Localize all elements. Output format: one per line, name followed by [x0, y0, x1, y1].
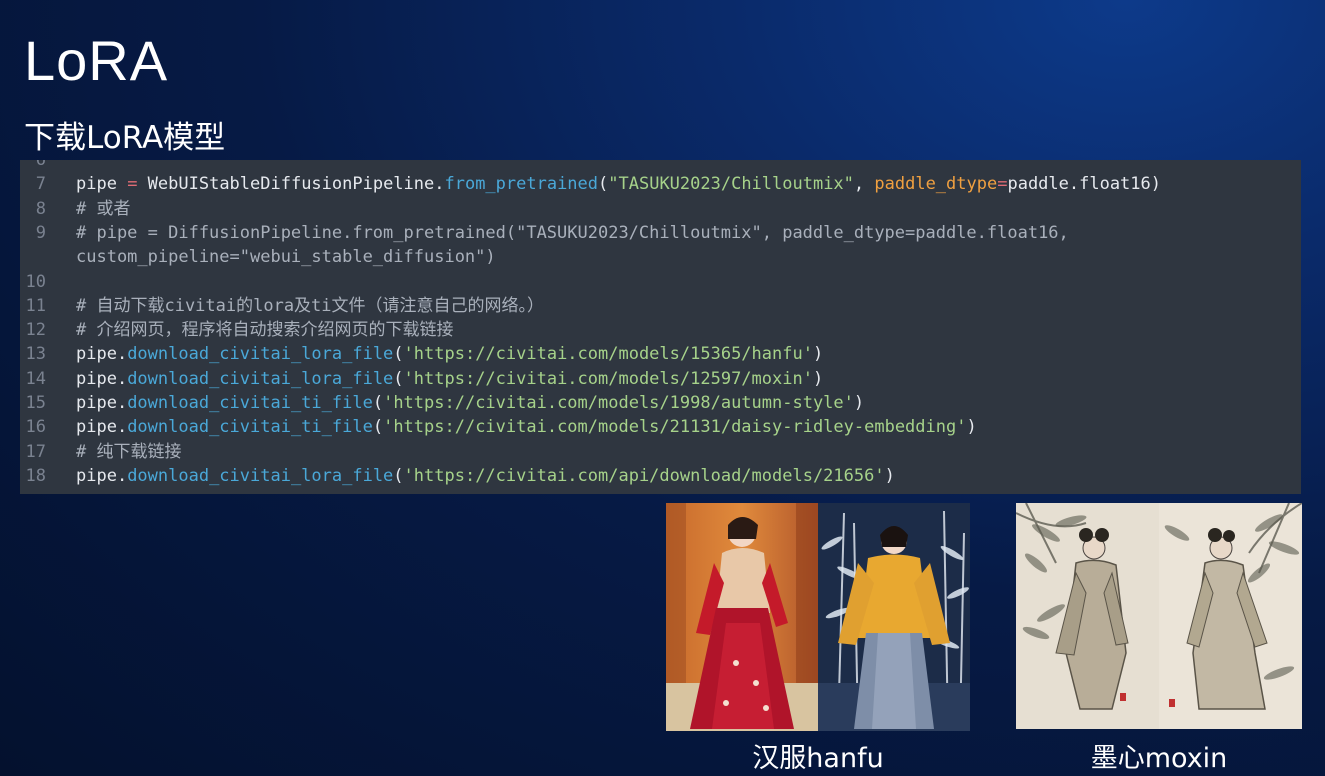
code-token: download_civitai_ti_file — [127, 393, 373, 413]
code-token: ( — [393, 344, 404, 365]
line-number: 10 — [25, 271, 46, 292]
code-token: download_civitai_lora_file — [127, 344, 394, 365]
hanfu-caption: 汉服hanfu — [752, 743, 884, 774]
code-token: ) — [853, 393, 865, 413]
code-token: 'https://civitai.com/models/12597/moxin' — [403, 368, 813, 389]
code-token: ) — [884, 465, 895, 486]
code-token: WebUIStableDiffusionPipeline. — [137, 174, 445, 195]
code-text: custom_pipeline="webui_stable_diffusion"… — [76, 245, 496, 269]
code-token: ( — [372, 417, 384, 438]
slide-title: LoRA — [24, 29, 169, 92]
line-number: 16 — [25, 417, 46, 438]
code-line: custom_pipeline="webui_stable_diffusion"… — [20, 245, 1301, 269]
code-text: pipe.download_civitai_lora_file('https:/… — [76, 342, 823, 366]
code-text: pipe = WebUIStableDiffusionPipeline.from… — [76, 172, 1161, 196]
code-text: # 或者 — [76, 197, 130, 221]
line-number: 14 — [25, 368, 46, 389]
code-line: 15 pipe.download_civitai_ti_file('https:/… — [20, 391, 1301, 415]
code-text: pipe.download_civitai_lora_file('https:/… — [76, 464, 895, 488]
code-line: 18 pipe.download_civitai_lora_file('https… — [20, 464, 1301, 488]
code-line: 6 — [20, 160, 1301, 172]
line-number: 13 — [25, 344, 46, 365]
code-token: ( — [598, 174, 609, 195]
code-line: 17 # 纯下载链接 — [20, 440, 1301, 464]
code-token: "TASUKU2023/Chilloutmix" — [608, 174, 854, 195]
code-line: 9 # pipe = DiffusionPipeline.from_pretrai… — [20, 221, 1301, 245]
code-token: # 纯下载链接 — [76, 441, 182, 462]
code-token: ) — [812, 344, 824, 365]
code-token: download_civitai_lora_file — [127, 368, 394, 389]
code-token: 'https://civitai.com/models/1998/autumn-… — [383, 393, 854, 413]
code-line: 8 # 或者 — [20, 197, 1301, 221]
code-token: # pipe = DiffusionPipeline.from_pretrain… — [76, 222, 1069, 243]
code-token: paddle.float16) — [1007, 174, 1161, 195]
code-token: pipe. — [76, 417, 128, 438]
hanfu-image-red — [666, 503, 818, 731]
code-token: download_civitai_ti_file — [127, 417, 373, 438]
code-line: 14 pipe.download_civitai_lora_file('https… — [20, 367, 1301, 391]
code-token: # 或者 — [76, 198, 131, 219]
code-token: # 自动下载civitai的lora及ti文件（请注意自己的网络。） — [76, 295, 545, 316]
code-token: 'https://civitai.com/api/download/models… — [403, 465, 885, 486]
code-line: 12 # 介绍网页，程序将自动搜索介绍网页的下载链接 — [20, 318, 1301, 342]
code-text: pipe.download_civitai_lora_file('https:/… — [76, 367, 823, 391]
code-token: ( — [393, 368, 404, 389]
code-token: = — [127, 174, 138, 195]
moxin-image-left — [1016, 503, 1159, 729]
line-number: 18 — [25, 465, 46, 486]
code-token: 'https://civitai.com/models/21131/daisy-… — [383, 417, 967, 438]
line-number: 11 — [25, 295, 46, 316]
code-token: # 介绍网页，程序将自动搜索介绍网页的下载链接 — [76, 320, 454, 341]
line-number: 12 — [25, 320, 46, 341]
code-panel: 6 7 pipe = WebUIStableDiffusionPipeline.fr… — [20, 160, 1301, 494]
code-token: download_civitai_lora_file — [127, 465, 394, 486]
code-token: from_pretrained — [444, 174, 599, 195]
code-token: pipe — [76, 174, 128, 195]
code-token: custom_pipeline="webui_stable_diffusion"… — [76, 247, 496, 268]
line-number: 17 — [25, 441, 46, 462]
code-text: pipe.download_civitai_ti_file('https://c… — [76, 391, 864, 415]
moxin-image-right — [1159, 503, 1302, 729]
code-token: pipe. — [76, 344, 128, 365]
code-token: = — [997, 174, 1008, 195]
line-number: 15 — [25, 393, 46, 413]
line-number: 7 — [35, 174, 46, 195]
code-text: # 纯下载链接 — [76, 440, 181, 464]
code-line: 7 pipe = WebUIStableDiffusionPipeline.fro… — [20, 172, 1301, 196]
code-token: pipe. — [76, 465, 128, 486]
code-text: pipe.download_civitai_ti_file('https://c… — [76, 415, 977, 439]
line-number: 9 — [35, 222, 46, 243]
code-text: # pipe = DiffusionPipeline.from_pretrain… — [76, 221, 1069, 245]
slide-subtitle: 下载LoRA模型 — [24, 120, 226, 156]
code-token: ) — [812, 368, 824, 389]
moxin-caption: 墨心moxin — [1090, 743, 1228, 774]
hanfu-image-yellow — [818, 503, 970, 731]
code-text: # 介绍网页，程序将自动搜索介绍网页的下载链接 — [76, 318, 453, 342]
code-token: ( — [393, 465, 404, 486]
code-line: 10 — [20, 270, 1301, 294]
code-token: paddle_dtype — [874, 174, 998, 195]
code-line: 13 pipe.download_civitai_lora_file('https… — [20, 342, 1301, 366]
code-line: 11 # 自动下载civitai的lora及ti文件（请注意自己的网络。） — [20, 294, 1301, 318]
line-number: 6 — [35, 160, 46, 170]
code-token: , — [853, 174, 875, 195]
code-token: pipe. — [76, 393, 128, 413]
line-number: 8 — [35, 198, 46, 219]
code-token: 'https://civitai.com/models/15365/hanfu' — [403, 344, 813, 365]
code-line: 16 pipe.download_civitai_ti_file('https:/… — [20, 415, 1301, 439]
code-token: ( — [372, 393, 384, 413]
code-token: pipe. — [76, 368, 128, 389]
code-token: ) — [966, 417, 977, 438]
code-text: # 自动下载civitai的lora及ti文件（请注意自己的网络。） — [76, 294, 544, 318]
